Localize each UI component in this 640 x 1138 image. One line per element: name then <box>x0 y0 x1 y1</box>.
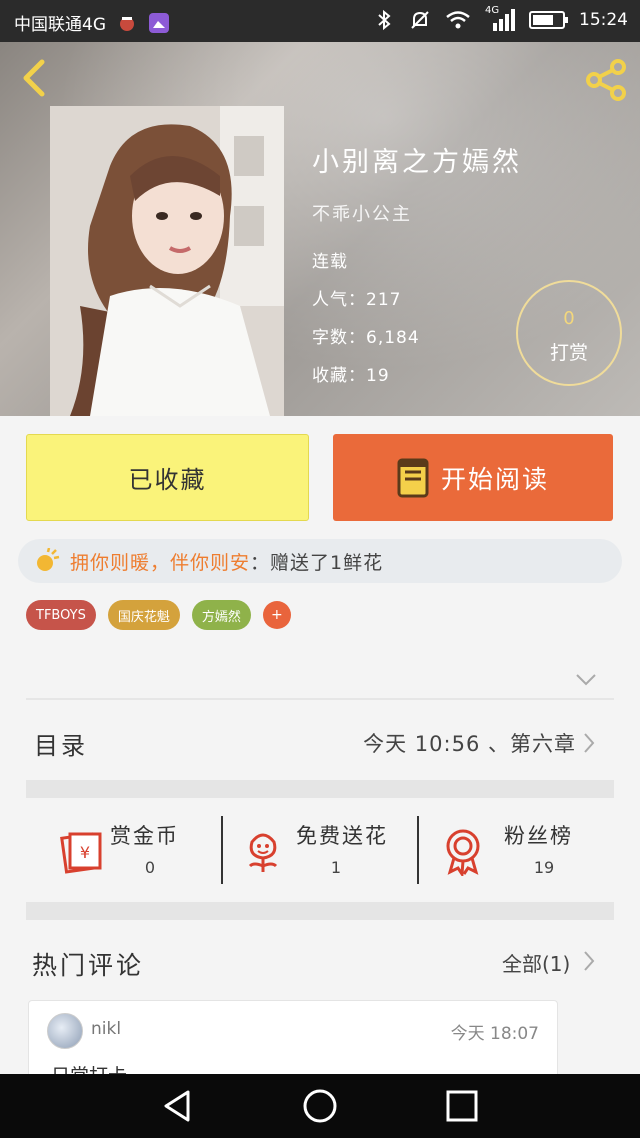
stat-fan-ranking[interactable]: 粉丝榜 19 <box>418 816 614 884</box>
share-icon[interactable] <box>582 58 630 102</box>
mute-icon <box>411 11 429 29</box>
chevron-right-icon <box>584 733 595 753</box>
book-cover-image[interactable] <box>50 106 284 416</box>
stat-gold-coins[interactable]: ¥ 赏金币 0 <box>26 816 222 884</box>
chevron-down-icon[interactable] <box>574 672 598 688</box>
gift-sender: 拥你则暖，伴你则安 <box>70 551 251 574</box>
collected-button[interactable]: 已收藏 <box>26 434 309 521</box>
gallery-icon <box>149 12 169 33</box>
system-nav-bar <box>0 1074 640 1138</box>
signal-icon: 4G <box>485 5 515 31</box>
red-envelope-icon: ¥ <box>60 832 102 874</box>
book-icon <box>397 458 429 497</box>
tag-item[interactable]: 国庆花魁 <box>107 600 180 630</box>
start-reading-button[interactable]: 开始阅读 <box>333 434 613 521</box>
comment-time: 今天 18:07 <box>450 1024 539 1044</box>
nav-recents-icon[interactable] <box>442 1088 482 1124</box>
start-reading-label: 开始阅读 <box>440 464 549 494</box>
collected-label: 已收藏 <box>128 466 207 494</box>
book-title: 小别离之方嫣然 <box>312 147 522 178</box>
reward-button[interactable]: 0 打赏 <box>516 280 622 386</box>
avatar[interactable] <box>47 1013 83 1049</box>
add-tag-button[interactable]: + <box>262 601 291 629</box>
catalog-row[interactable]: 目录 今天 10:56 、第六章 <box>26 712 614 774</box>
latest-chapter: 今天 10:56 、第六章 <box>363 732 576 756</box>
battery-icon <box>529 11 568 29</box>
gift-notification[interactable]: 拥你则暖，伴你则安 ：赠送了1鲜花 <box>18 539 622 583</box>
divider <box>26 698 614 700</box>
medal-icon <box>446 829 480 876</box>
trumpet-icon <box>37 548 60 571</box>
stats-row: ¥ 赏金币 0 免费送花 1 粉丝榜 19 <box>26 816 614 884</box>
stat-free-flowers[interactable]: 免费送花 1 <box>222 816 418 884</box>
carrier-label: 中国联通4G <box>14 15 106 35</box>
hot-comments-title: 热门评论 <box>32 951 145 980</box>
stat-value: 0 <box>144 858 156 877</box>
chevron-right-icon[interactable] <box>582 950 596 972</box>
stat-value: 1 <box>330 858 342 877</box>
stat-label: 粉丝榜 <box>504 824 573 848</box>
clock: 15:24 <box>579 10 628 30</box>
stat-value: 19 <box>533 858 555 877</box>
nav-home-icon[interactable] <box>300 1088 340 1124</box>
app-icon <box>120 16 134 31</box>
comment-username[interactable]: nikl <box>91 1019 121 1039</box>
tag-list: TFBOYS 国庆花魁 方嫣然 + <box>26 600 291 630</box>
nav-back-icon[interactable] <box>158 1088 198 1124</box>
book-status: 连载 <box>312 252 348 272</box>
book-word-count: 字数：6,184 <box>312 328 420 348</box>
catalog-label: 目录 <box>34 732 88 760</box>
status-bar: 中国联通4G 4G 15:24 <box>0 0 640 42</box>
book-header: 小别离之方嫣然 不乖小公主 连载 人气：217 字数：6,184 收藏：19 0… <box>0 42 640 416</box>
flower-icon <box>248 833 278 872</box>
book-favorites: 收藏：19 <box>312 366 390 386</box>
all-comments-label: 全部(1) <box>502 952 571 976</box>
book-popularity: 人气：217 <box>312 290 402 310</box>
reward-label: 打赏 <box>549 342 588 364</box>
gift-message: ：赠送了1鲜花 <box>250 551 384 574</box>
back-arrow-icon[interactable] <box>14 56 54 100</box>
reward-count: 0 <box>563 308 575 329</box>
tag-item[interactable]: 方嫣然 <box>191 600 251 630</box>
svg-text:¥: ¥ <box>80 843 90 862</box>
stat-label: 赏金币 <box>110 824 179 848</box>
tag-item[interactable]: TFBOYS <box>26 600 96 630</box>
stat-label: 免费送花 <box>296 824 388 848</box>
section-divider <box>26 780 614 798</box>
bluetooth-icon <box>378 9 391 31</box>
wifi-icon <box>446 11 470 29</box>
book-author[interactable]: 不乖小公主 <box>312 200 412 226</box>
section-divider <box>26 902 614 920</box>
all-comments-link[interactable]: 全部(1) <box>502 948 570 977</box>
